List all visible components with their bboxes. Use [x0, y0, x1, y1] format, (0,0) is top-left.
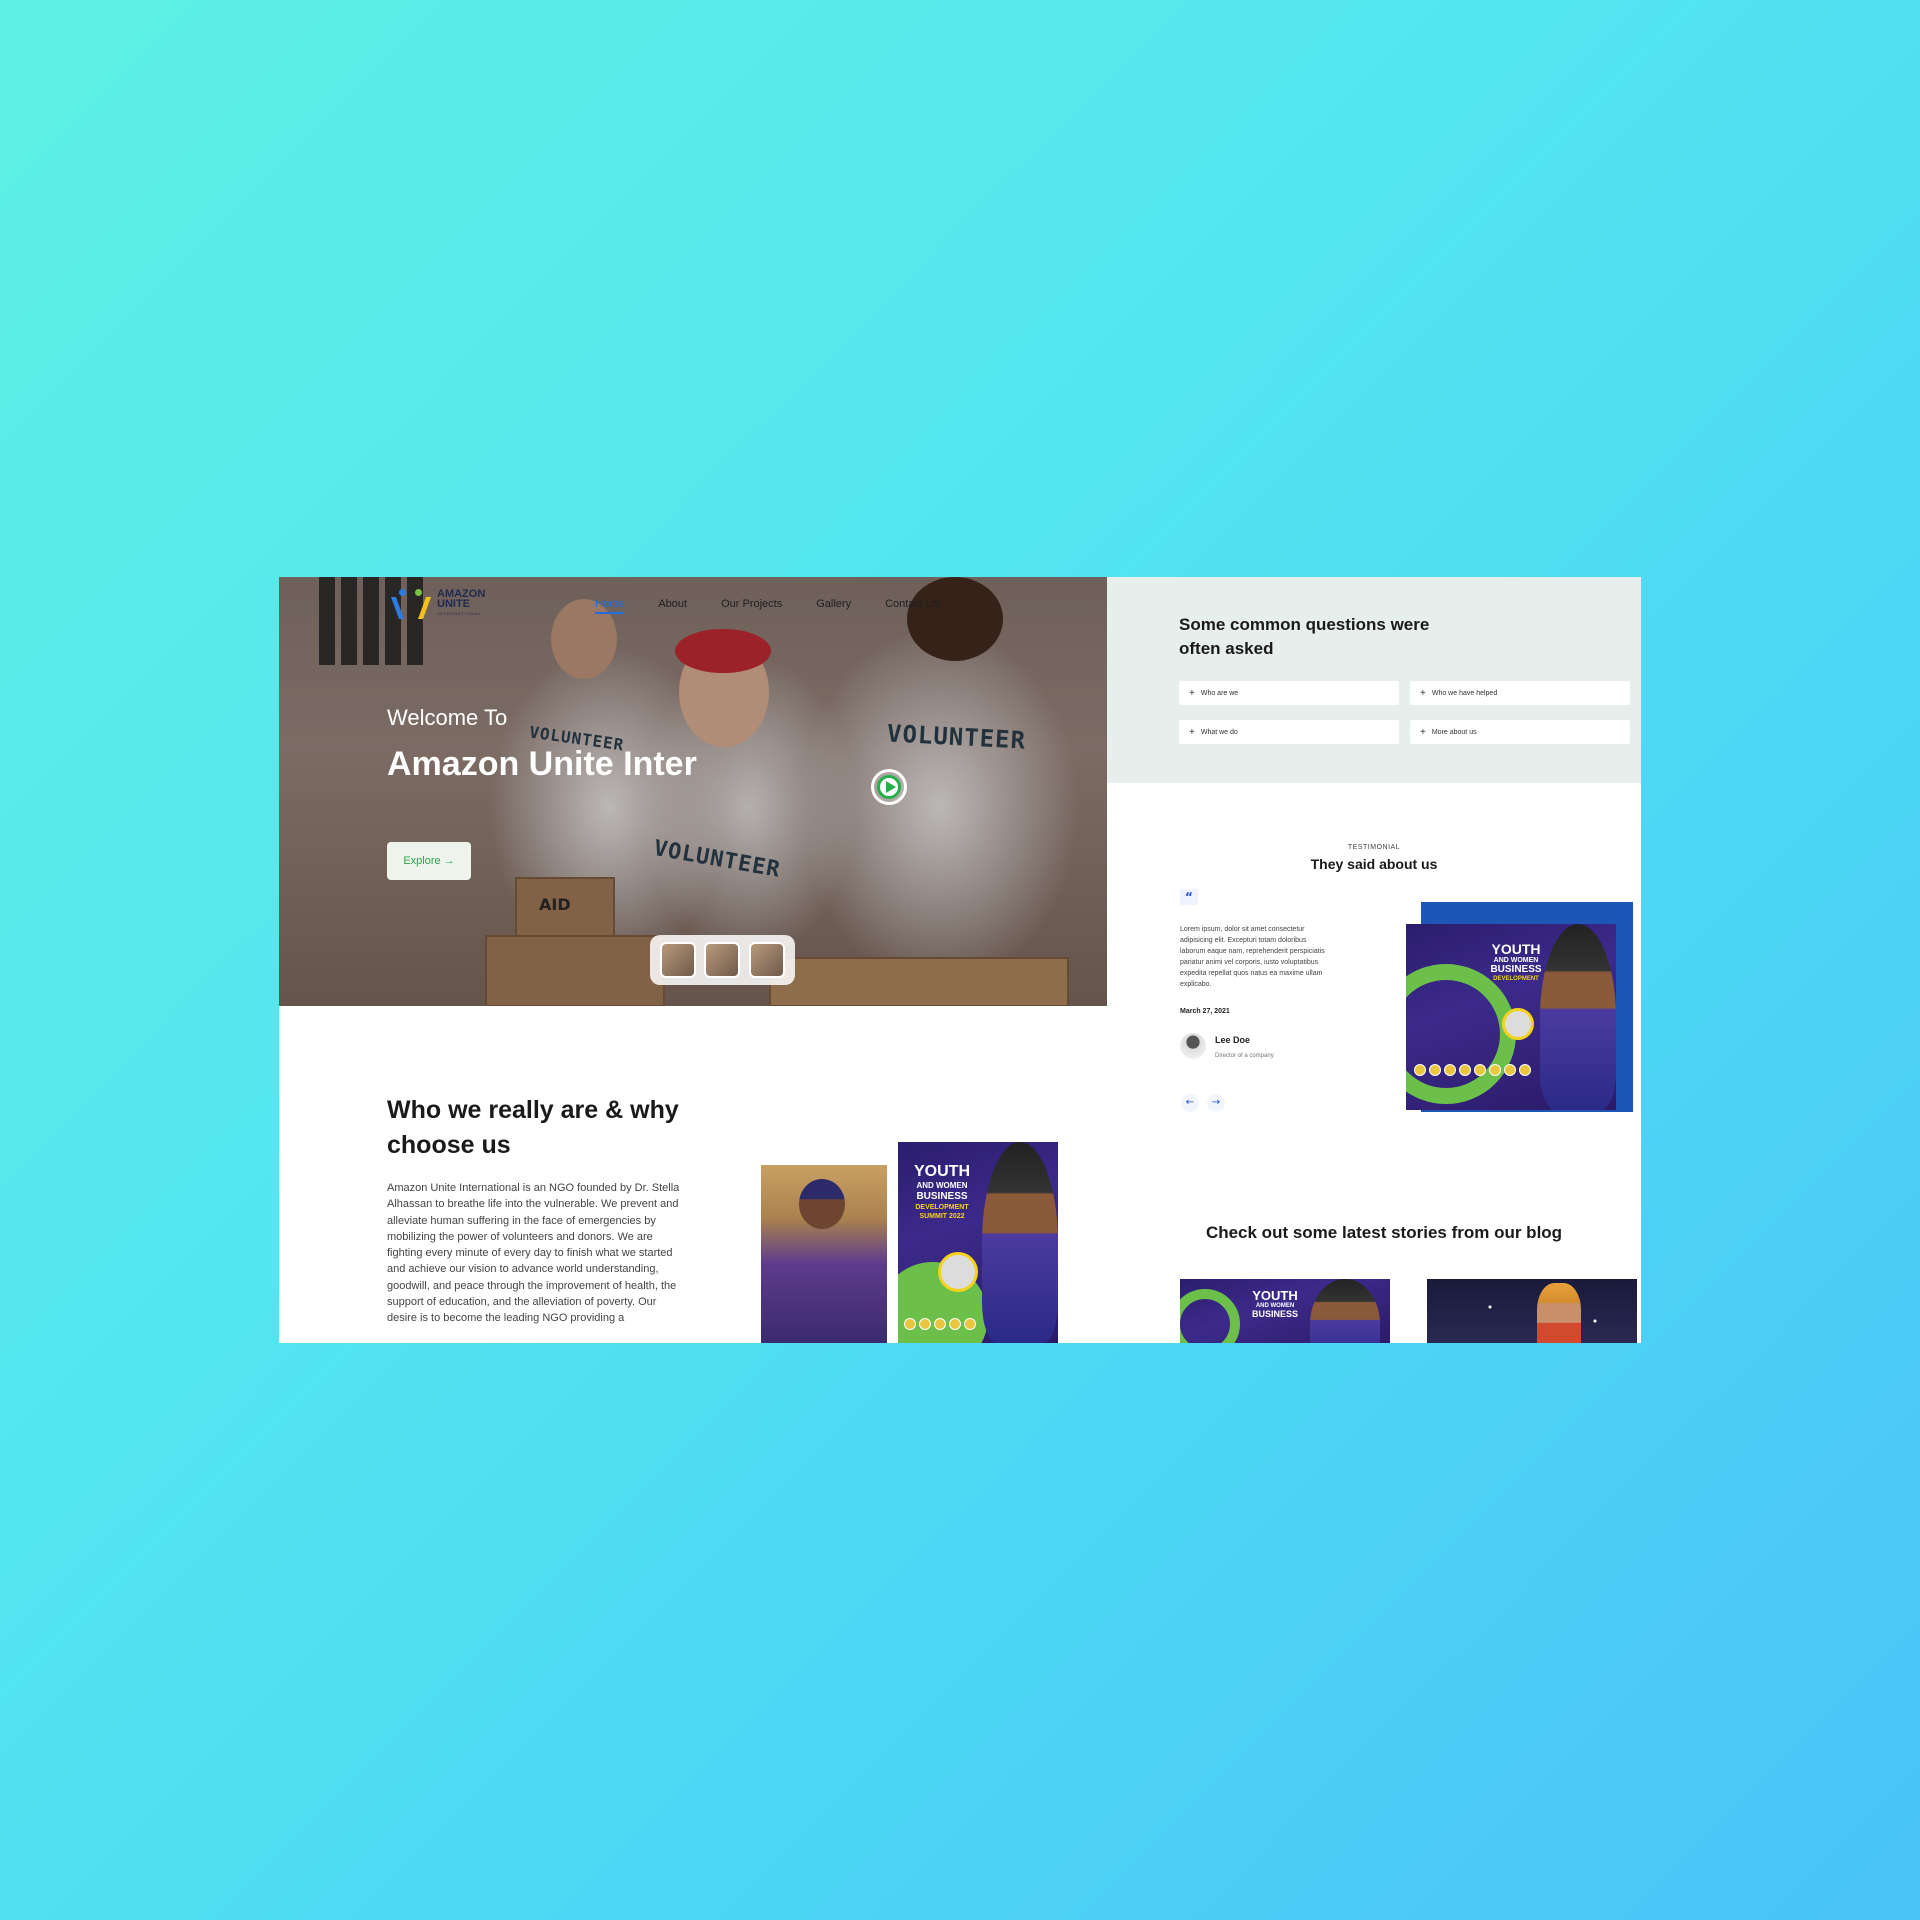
poster-portrait: [982, 1142, 1058, 1343]
quote-icon: “: [1180, 889, 1198, 905]
poster-text: DEVELOPMENT: [915, 1204, 969, 1211]
explore-button[interactable]: Explore →: [387, 842, 471, 880]
nav-item-about[interactable]: About: [658, 598, 687, 614]
who-we-are-title: Who we really are & why choose us: [387, 1096, 679, 1159]
faq-item-what-we-do[interactable]: + What we do: [1179, 720, 1399, 744]
faq-item-who-are-we[interactable]: + Who are we: [1179, 681, 1399, 705]
testimonial-author-role: Director of a company: [1215, 1053, 1274, 1059]
poster-text: YOUTH: [914, 1163, 970, 1180]
testimonial-title: They said about us: [1310, 856, 1438, 872]
poster-text: BUSINESS: [1251, 1309, 1298, 1319]
plus-icon: +: [1420, 687, 1426, 699]
arrow-left-icon[interactable]: ←: [1181, 1094, 1199, 1112]
summit-poster-image: YOUTH AND WOMEN BUSINESS DEVELOPMENT SUM…: [898, 1142, 1058, 1343]
hero-subtitle: Welcome To: [387, 705, 508, 730]
testimonial-text: Lorem ipsum, dolor sit amet consectetur …: [1180, 926, 1325, 988]
plus-icon: +: [1189, 687, 1195, 699]
poster-text: SUMMIT 2022: [919, 1213, 965, 1220]
blog-title: Check out some latest stories from our b…: [1205, 1223, 1563, 1242]
who-we-are-text: Amazon Unite International is an NGO fou…: [387, 1182, 680, 1325]
avatar: [1180, 1033, 1206, 1059]
blog-card-image[interactable]: [1427, 1279, 1637, 1343]
poster-portrait: [1540, 924, 1616, 1110]
faq-item-label: What we do: [1200, 728, 1238, 736]
site-logo[interactable]: AMAZON UNITE INTERNATIONAL: [390, 587, 486, 621]
hero-title: Amazon Unite Inter: [387, 745, 697, 783]
faq-item-label: More about us: [1431, 728, 1477, 736]
nav-item-contact-us[interactable]: Contact Us: [885, 598, 939, 614]
event-poster-image: YOUTH AND WOMEN BUSINESS DEVELOPMENT: [1406, 924, 1616, 1110]
testimonial-kicker: TESTIMONIAL: [1347, 844, 1401, 851]
founder-photo: [761, 1165, 887, 1343]
hero-thumbnail[interactable]: [748, 942, 785, 978]
faq-section: Some common questions were often asked +…: [1107, 577, 1641, 783]
play-icon[interactable]: [871, 769, 907, 805]
hero-thumbnail[interactable]: [660, 942, 697, 978]
faq-title: Some common questions were often asked: [1179, 615, 1430, 658]
hero-thumbnail-strip: [650, 935, 795, 985]
arrow-right-icon[interactable]: →: [1207, 1094, 1225, 1112]
testimonial-author-name: Lee Doe: [1215, 1035, 1251, 1045]
hero-thumbnail[interactable]: [704, 942, 741, 978]
logo-wordmark: AMAZON UNITE INTERNATIONAL: [437, 588, 486, 617]
nav-item-gallery[interactable]: Gallery: [816, 598, 851, 614]
faq-item-label: Who we have helped: [1431, 689, 1498, 697]
poster-text: AND WOMEN: [1493, 957, 1539, 964]
poster-text: YOUTH: [1491, 941, 1541, 957]
poster-text: YOUTH: [1252, 1288, 1298, 1303]
nav-item-our-projects[interactable]: Our Projects: [721, 598, 782, 614]
poster-portrait: [1310, 1279, 1380, 1343]
faq-item-who-we-have-helped[interactable]: + Who we have helped: [1410, 681, 1630, 705]
poster-text: AND WOMEN: [916, 1181, 968, 1190]
website-screenshot: VOLUNTEER VOLUNTEER VOLUNTEER AID AMAZON…: [279, 577, 1641, 1343]
nav-item-home[interactable]: Home: [595, 598, 625, 614]
faq-item-more-about-us[interactable]: + More about us: [1410, 720, 1630, 744]
plus-icon: +: [1420, 726, 1426, 738]
plus-icon: +: [1189, 726, 1195, 738]
testimonial-date: March 27, 2021: [1180, 1008, 1230, 1015]
logo-mark-icon: [390, 587, 433, 621]
hero-section: VOLUNTEER VOLUNTEER VOLUNTEER AID AMAZON…: [279, 577, 1107, 1006]
main-nav: Home About Our Projects Gallery Contact …: [595, 598, 940, 614]
blog-card-image[interactable]: YOUTH AND WOMEN BUSINESS: [1180, 1279, 1390, 1343]
faq-item-label: Who are we: [1200, 689, 1239, 697]
poster-text: BUSINESS: [916, 1191, 968, 1202]
